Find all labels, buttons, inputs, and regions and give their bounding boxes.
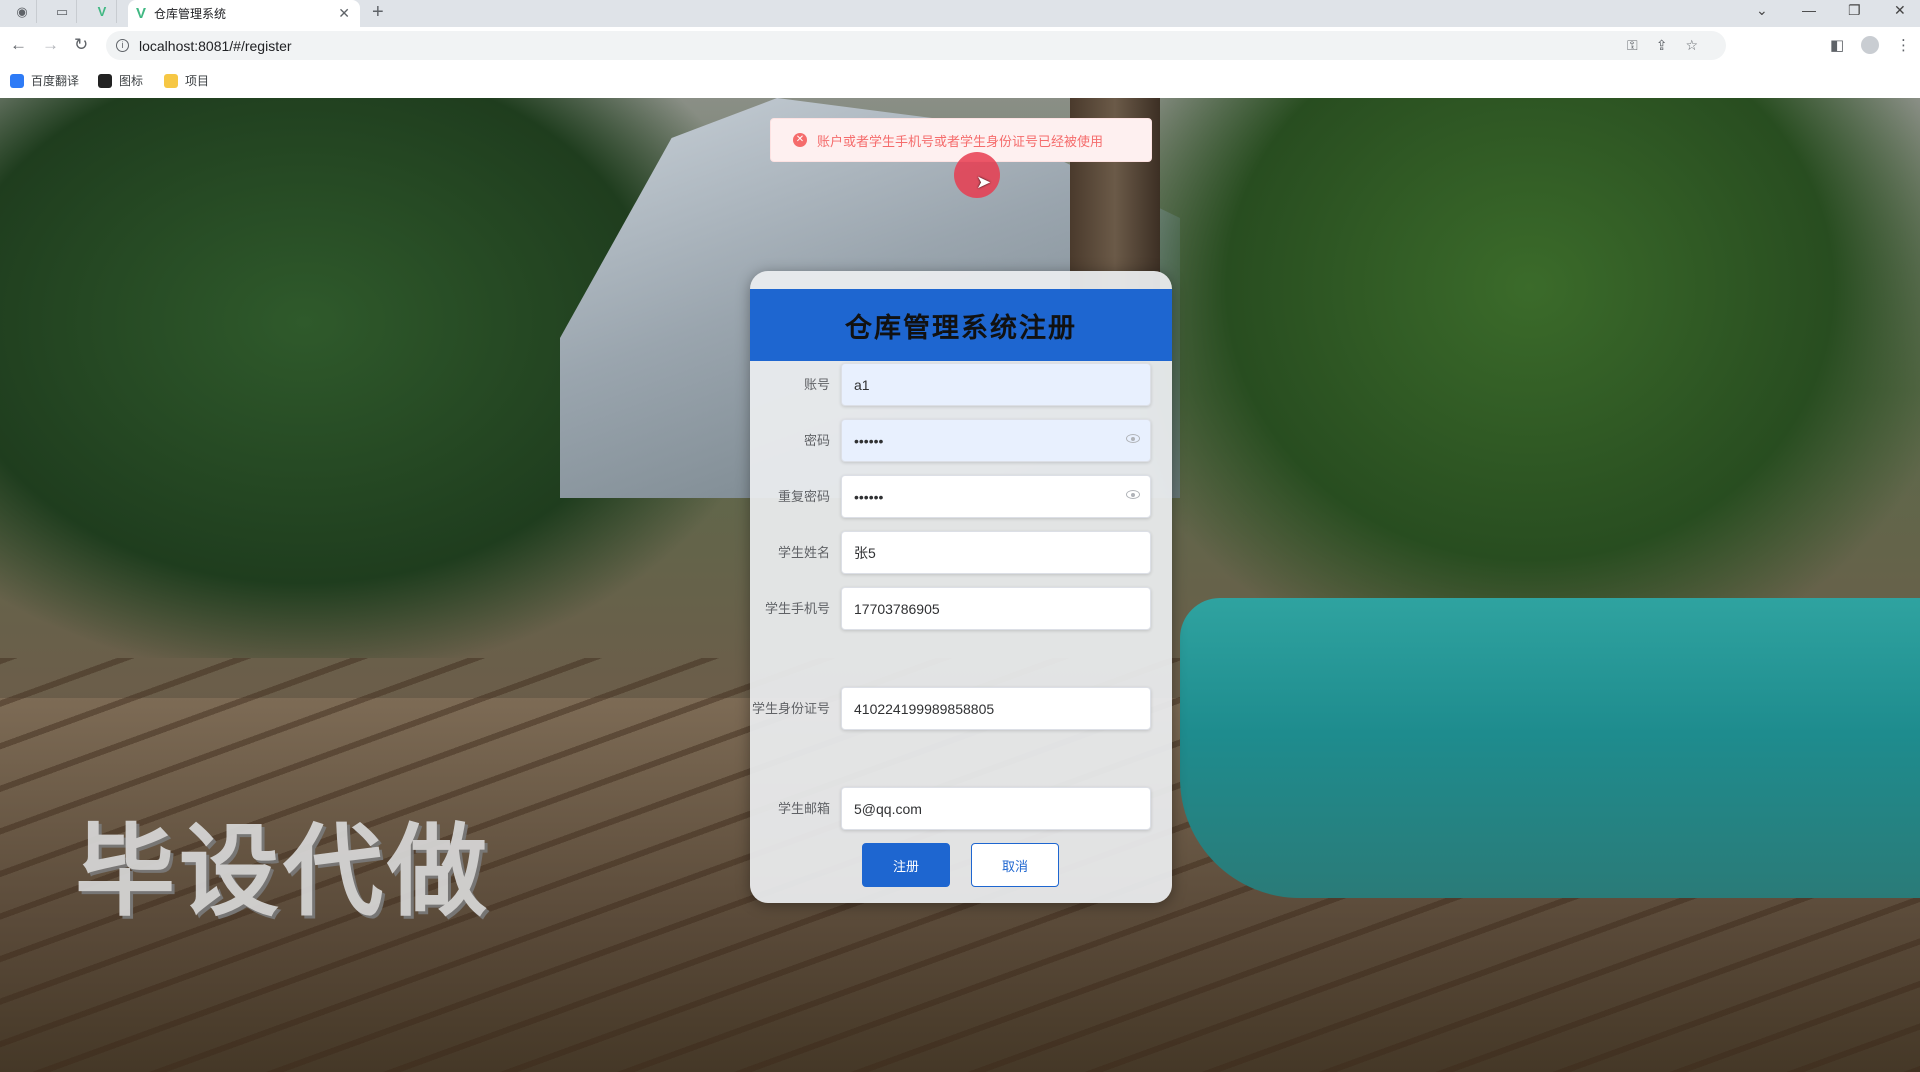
input-value: 17703786905 [854, 600, 940, 617]
bookmark-item[interactable]: 图标 [98, 72, 143, 89]
eye-icon[interactable] [1126, 490, 1140, 499]
minimize-button[interactable]: — [1802, 2, 1816, 18]
globe-icon: ◉ [16, 3, 28, 19]
input-value: 5@qq.com [854, 800, 922, 817]
field-label: 密码 [803, 433, 830, 448]
register-button[interactable]: 注册 [862, 843, 950, 887]
background-forest [1140, 98, 1920, 638]
close-icon[interactable]: ✕ [338, 5, 350, 22]
bookmarks-bar: 百度翻译 图标 项目 [0, 64, 1920, 99]
student-email-input[interactable]: 5@qq.com [841, 787, 1151, 830]
folder-icon [164, 73, 178, 88]
input-value: 张5 [854, 544, 876, 561]
omnibox-actions[interactable]: ⚿⇪☆ [1627, 37, 1716, 54]
info-icon[interactable]: i [116, 39, 129, 52]
tab-search-icon[interactable]: ⌄ [1756, 2, 1768, 19]
reload-icon[interactable]: ↻ [74, 35, 88, 55]
error-message-text: 账户或者学生手机号或者学生身份证号已经被使用 [817, 133, 1104, 149]
iconfont-icon [98, 73, 112, 88]
watermark-text: 毕设代做 [75, 813, 491, 930]
field-label: 学生手机号 [764, 601, 830, 616]
card-header: 仓库管理系统注册 [750, 289, 1172, 361]
mouse-cursor-icon: ➤ [976, 172, 992, 192]
browser-toolbar: ← → ↻ i localhost:8081/#/register ⚿⇪☆ ◧ … [0, 27, 1920, 64]
bookmark-label: 图标 [119, 74, 144, 88]
star-icon[interactable]: ☆ [1685, 37, 1716, 53]
profile-avatar[interactable] [1861, 36, 1879, 54]
browser-tab-strip: ◉ ▭ V V 仓库管理系统 ✕ + ⌄ — ❐ ✕ [0, 0, 1920, 27]
cancel-button[interactable]: 取消 [971, 843, 1059, 887]
vue-icon: V [136, 5, 147, 22]
bookmark-item[interactable]: 百度翻译 [10, 72, 79, 89]
field-label: 学生姓名 [777, 545, 830, 560]
pinned-tab[interactable]: ▭ [48, 0, 77, 23]
pinned-tab[interactable]: V [88, 0, 117, 23]
bookmark-item[interactable]: 项目 [164, 72, 209, 89]
share-icon[interactable]: ⇪ [1656, 37, 1686, 53]
account-input[interactable]: a1 [841, 363, 1151, 406]
address-bar[interactable]: i localhost:8081/#/register ⚿⇪☆ [106, 31, 1726, 60]
close-window-button[interactable]: ✕ [1894, 2, 1906, 19]
field-label: 重复密码 [777, 489, 830, 504]
restore-button[interactable]: ❐ [1848, 2, 1861, 19]
field-label: 学生邮箱 [777, 801, 830, 816]
url-text[interactable]: localhost:8081/#/register [139, 38, 292, 54]
input-value: a1 [854, 376, 870, 393]
register-card: 仓库管理系统注册 账号 a1 密码 •••••• 重复密码 •••••• 学生姓… [750, 271, 1172, 903]
tab-active[interactable]: V 仓库管理系统 ✕ [128, 0, 360, 27]
field-label: 学生身份证号 [751, 701, 830, 716]
forward-icon[interactable]: → [42, 35, 59, 55]
bookmark-label: 百度翻译 [31, 74, 80, 88]
input-value: •••••• [854, 488, 884, 505]
eye-icon[interactable] [1126, 434, 1140, 443]
bookmark-label: 项目 [185, 74, 210, 88]
password-input[interactable]: •••••• [841, 419, 1151, 462]
page-icon: ▭ [55, 3, 69, 19]
back-icon[interactable]: ← [10, 35, 27, 55]
field-label: 账号 [803, 377, 830, 392]
tab-title: 仓库管理系统 [154, 7, 227, 21]
pinned-tab[interactable]: ◉ [8, 0, 37, 23]
background-lake [1180, 598, 1920, 898]
key-icon[interactable]: ⚿ [1627, 37, 1656, 53]
student-name-input[interactable]: 张5 [841, 531, 1151, 574]
menu-icon[interactable]: ⋮ [1896, 36, 1911, 54]
vue-icon: V [97, 4, 107, 19]
page-title: 仓库管理系统注册 [845, 312, 1077, 343]
input-value: 410224199989858805 [854, 700, 995, 717]
student-phone-input[interactable]: 17703786905 [841, 587, 1151, 630]
new-tab-button[interactable]: + [372, 2, 384, 22]
error-message: ✕ 账户或者学生手机号或者学生身份证号已经被使用 [770, 118, 1152, 162]
input-value: •••••• [854, 432, 884, 449]
side-panel-icon[interactable]: ◧ [1830, 36, 1844, 54]
repeat-password-input[interactable]: •••••• [841, 475, 1151, 518]
baidu-translate-icon [10, 73, 24, 88]
error-circle-icon: ✕ [793, 133, 807, 147]
student-id-input[interactable]: 410224199989858805 [841, 687, 1151, 730]
